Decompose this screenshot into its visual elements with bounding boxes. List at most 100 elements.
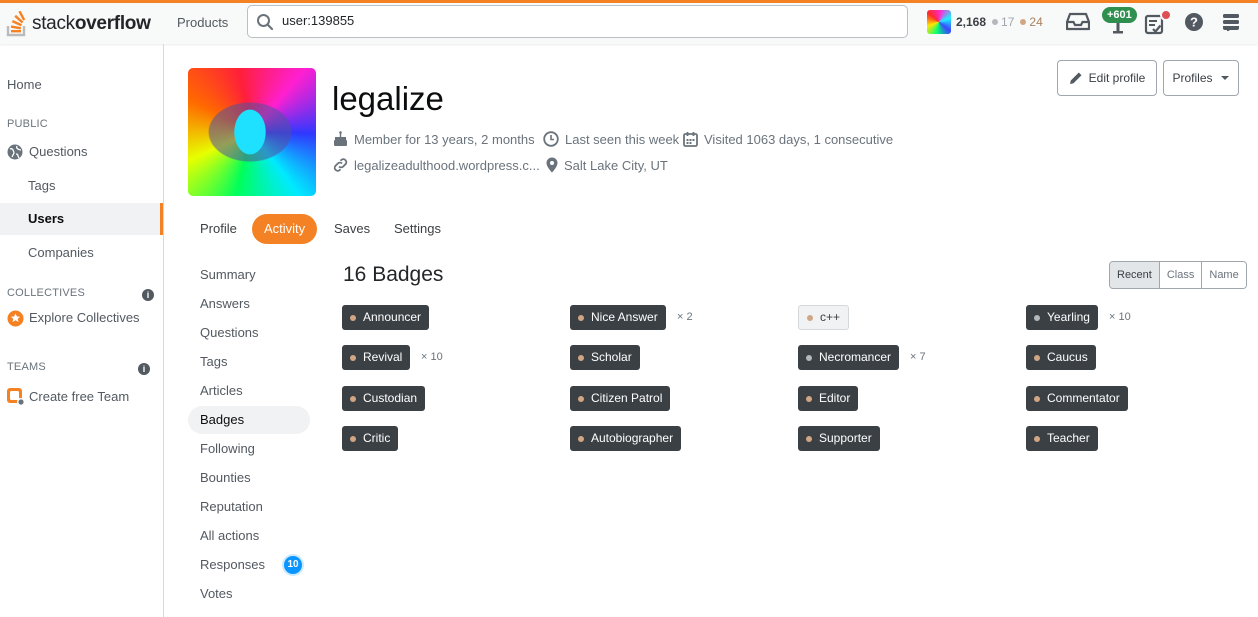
user-avatar-large[interactable] [188, 68, 316, 196]
visited-days: Visited 1063 days, 1 consecutive [683, 131, 893, 147]
collectives-info-icon[interactable]: i [142, 289, 154, 301]
globe-icon [7, 144, 23, 160]
top-bar: stackoverflow Products 2,168 17 24 +601 … [0, 0, 1258, 44]
nav-users[interactable]: Users [0, 203, 163, 235]
avatar [927, 10, 951, 34]
tab-saves[interactable]: Saves [322, 214, 382, 244]
svg-text:?: ? [1190, 15, 1198, 30]
nav-questions[interactable]: Questions [0, 136, 163, 168]
badge-name: c++ [820, 310, 841, 324]
bronze-badge-dot [578, 354, 584, 361]
search-box[interactable] [247, 5, 908, 38]
stackoverflow-logo[interactable]: stackoverflow [6, 9, 151, 39]
tab-profile[interactable]: Profile [188, 214, 249, 244]
achievements-icon[interactable] [1110, 23, 1126, 35]
bronze-badge-dot [350, 395, 356, 402]
badge-item[interactable]: Nice Answer [570, 305, 666, 330]
website-link[interactable]: legalizeadulthood.wordpress.c... [333, 157, 540, 173]
nav-companies[interactable]: Companies [0, 237, 163, 269]
subnav-tags[interactable]: Tags [188, 348, 310, 376]
badge-item[interactable]: Yearling [1026, 305, 1098, 330]
subnav-articles[interactable]: Articles [188, 377, 310, 405]
calendar-icon [683, 132, 698, 147]
achievements-delta-badge[interactable]: +601 [1102, 7, 1137, 23]
badge-item[interactable]: c++ [798, 305, 850, 330]
badge-item[interactable]: Citizen Patrol [570, 386, 671, 411]
review-notification-dot [1160, 9, 1172, 21]
badge-name: Necromancer [819, 350, 892, 364]
bronze-badge-dot [350, 354, 356, 361]
responses-count-badge: 10 [284, 556, 302, 574]
badge-item[interactable]: Supporter [798, 426, 880, 451]
user-card-link[interactable]: 2,168 17 24 [927, 8, 1043, 36]
nav-explore-collectives-label: Explore Collectives [29, 310, 140, 325]
sort-name-button[interactable]: Name [1201, 262, 1246, 288]
subnav-bounties[interactable]: Bounties [188, 464, 310, 492]
badge-name: Editor [819, 391, 851, 405]
tab-activity[interactable]: Activity [252, 214, 318, 244]
badge-item[interactable]: Scholar [570, 345, 640, 370]
help-icon[interactable]: ? [1184, 12, 1204, 32]
subnav-summary[interactable]: Summary [188, 261, 310, 289]
teams-info-icon[interactable]: i [138, 363, 150, 375]
search-input[interactable] [282, 13, 882, 28]
teams-section-header: TEAMS [7, 361, 46, 373]
sort-class-button[interactable]: Class [1158, 262, 1202, 288]
badge-item[interactable]: Caucus [1026, 345, 1096, 370]
subnav-votes[interactable]: Votes [188, 580, 310, 608]
bronze-badge-dot [806, 435, 812, 442]
subnav-answers[interactable]: Answers [188, 290, 310, 318]
badge-award-count: × 2 [677, 311, 693, 323]
silver-badge-dot [1034, 314, 1040, 321]
teams-icon [7, 388, 25, 406]
bronze-badge-dot [350, 435, 356, 442]
badge-name: Scholar [591, 350, 632, 364]
badge-name: Caucus [1047, 350, 1088, 364]
nav-home[interactable]: Home [0, 69, 163, 101]
user-display-name: legalize [332, 80, 444, 117]
location: Salt Lake City, UT [546, 157, 668, 173]
nav-create-team-label: Create free Team [29, 389, 130, 404]
badge-name: Commentator [1047, 391, 1120, 405]
bronze-badge-dot [806, 395, 812, 402]
badge-name: Supporter [819, 431, 872, 445]
public-section-header: PUBLIC [7, 118, 48, 130]
products-menu[interactable]: Products [170, 5, 235, 41]
bronze-badge-dot [1034, 354, 1040, 361]
last-seen-text: Last seen this week [565, 131, 680, 147]
subnav-reputation[interactable]: Reputation [188, 493, 310, 521]
badge-name: Custodian [363, 391, 418, 405]
badge-item[interactable]: Necromancer [798, 345, 900, 370]
badge-item[interactable]: Critic [342, 426, 399, 451]
badge-item[interactable]: Custodian [342, 386, 426, 411]
badge-name: Announcer [363, 310, 422, 324]
badge-name: Teacher [1047, 431, 1090, 445]
badge-name: Yearling [1047, 310, 1090, 324]
subnav-badges[interactable]: Badges [188, 406, 310, 434]
profiles-dropdown-button[interactable]: Profiles [1163, 60, 1239, 96]
bronze-badge-dot [1020, 18, 1027, 25]
badge-item[interactable]: Revival [342, 345, 411, 370]
badge-item[interactable]: Editor [798, 386, 859, 411]
nav-tags[interactable]: Tags [0, 170, 163, 202]
bronze-badge-dot [350, 314, 356, 321]
nav-create-team[interactable]: Create free Team [0, 381, 163, 413]
website-text[interactable]: legalizeadulthood.wordpress.c... [354, 158, 540, 173]
badge-award-count: × 10 [421, 351, 443, 363]
edit-profile-button[interactable]: Edit profile [1057, 60, 1157, 96]
site-switcher-icon[interactable] [1222, 13, 1240, 31]
badge-item[interactable]: Teacher [1026, 426, 1098, 451]
member-for-text: Member for 13 years, 2 months [354, 131, 535, 147]
location-pin-icon [546, 157, 558, 173]
subnav-all-actions[interactable]: All actions [188, 522, 310, 550]
badge-item[interactable]: Announcer [342, 305, 430, 330]
tab-settings[interactable]: Settings [382, 214, 453, 244]
subnav-questions[interactable]: Questions [188, 319, 310, 347]
subnav-following[interactable]: Following [188, 435, 310, 463]
badge-item[interactable]: Commentator [1026, 386, 1128, 411]
badge-item[interactable]: Autobiographer [570, 426, 682, 451]
inbox-icon[interactable] [1066, 10, 1090, 32]
sort-recent-button[interactable]: Recent [1110, 262, 1159, 288]
nav-explore-collectives[interactable]: Explore Collectives [0, 302, 163, 334]
location-text: Salt Lake City, UT [564, 157, 668, 173]
